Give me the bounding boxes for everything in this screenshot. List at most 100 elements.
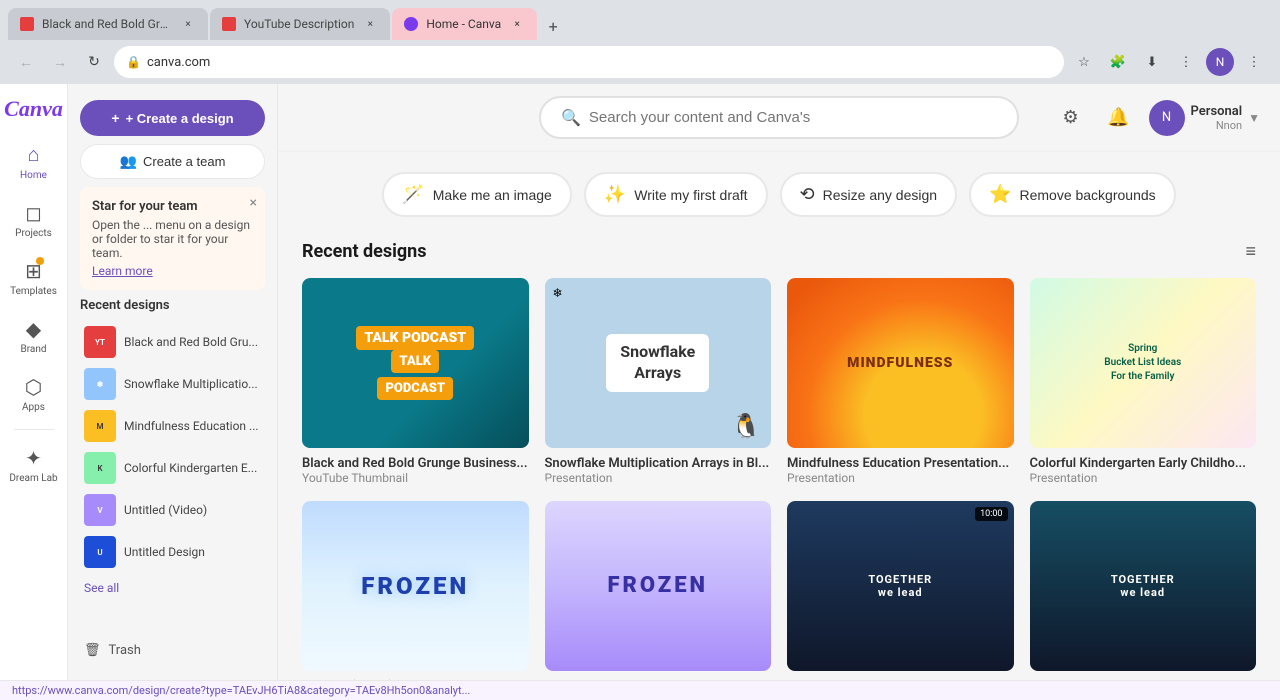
view-toggle-button[interactable]: ≡ [1245, 241, 1256, 262]
sidebar-item-templates[interactable]: ⊞ Templates [4, 251, 64, 305]
frozen-text-1: FROZEN [361, 572, 469, 600]
browser-profile-button[interactable]: N [1206, 48, 1234, 76]
timer-badge: 10:00 [975, 507, 1007, 521]
design-card-4-thumb: FROZEN [302, 501, 529, 671]
recent-item-0-thumb: YT [84, 326, 116, 358]
design-card-0[interactable]: TALK PODCAST Black and Red Bold Grunge B… [302, 278, 529, 485]
recent-item-4-thumb: V [84, 494, 116, 526]
home-icon: ⌂ [27, 142, 39, 167]
podcast-label2: PODCAST [377, 377, 453, 400]
sidebar: Canva ⌂ Home ◻ Projects ⊞ Templates ◆ Br… [0, 84, 68, 680]
forward-button[interactable]: → [46, 48, 74, 76]
star-banner-close[interactable]: × [250, 195, 257, 211]
sidebar-item-dreamlab[interactable]: ✦ Dream Lab [4, 438, 64, 492]
design-card-4[interactable]: FROZEN Untitled (Video) [302, 501, 529, 680]
kindergarten-text: SpringBucket List IdeasFor the Family [1104, 342, 1181, 384]
address-bar[interactable]: 🔒 canva.com [114, 46, 1064, 78]
design-card-6-thumb: TOGETHERwe lead 10:00 [787, 501, 1014, 671]
sidebar-item-home[interactable]: ⌂ Home [4, 134, 64, 189]
search-icon: 🔍 [561, 108, 581, 127]
recent-item-4[interactable]: V Untitled (Video) [80, 489, 265, 531]
create-team-button[interactable]: 👥 Create a team [80, 144, 265, 179]
tab-1-close[interactable]: × [180, 16, 196, 32]
sidebar-item-projects[interactable]: ◻ Projects [4, 193, 64, 247]
recent-item-2-name: Mindfulness Education ... [124, 419, 261, 433]
recent-item-5[interactable]: U Untitled Design [80, 531, 265, 573]
projects-icon: ◻ [25, 201, 42, 225]
user-info[interactable]: N Personal Nnon ▼ [1149, 100, 1260, 136]
team-icon: 👥 [120, 153, 137, 170]
top-header: 🔍 ⚙ 🔔 N Personal Nnon ▼ [278, 84, 1280, 152]
recent-item-1-thumb: ❄ [84, 368, 116, 400]
recent-item-2[interactable]: M Mindfulness Education ... [80, 405, 265, 447]
recent-item-3-name: Colorful Kindergarten E... [124, 461, 261, 475]
chevron-down-icon: ▼ [1248, 111, 1260, 125]
resize-design-button[interactable]: ⟲ Resize any design [780, 172, 958, 217]
design-card-2[interactable]: MINDFULNESS Mindfulness Education Presen… [787, 278, 1014, 485]
back-button[interactable]: ← [12, 48, 40, 76]
design-grid: TALK PODCAST Black and Red Bold Grunge B… [302, 278, 1256, 680]
design-card-0-name: Black and Red Bold Grunge Business... [302, 456, 529, 471]
settings-button[interactable]: ⋮ [1172, 48, 1200, 76]
design-card-7[interactable]: TOGETHERwe lead Disney Elsa & Anna Dark … [1030, 501, 1257, 680]
learn-more-link[interactable]: Learn more [92, 264, 153, 278]
reload-button[interactable]: ↻ [80, 48, 108, 76]
design-card-3[interactable]: SpringBucket List IdeasFor the Family Co… [1030, 278, 1257, 485]
sidebar-item-apps[interactable]: ⬡ Apps [4, 367, 64, 421]
remove-backgrounds-button[interactable]: ⭐ Remove backgrounds [969, 172, 1176, 217]
create-design-button[interactable]: + + Create a design [80, 100, 265, 136]
tab-2-close[interactable]: × [362, 16, 378, 32]
recent-item-1-name: Snowflake Multiplicatio... [124, 377, 261, 391]
tab-2-title: YouTube Description [244, 17, 354, 31]
star-icon: ⭐ [989, 184, 1011, 205]
tab-2-favicon [222, 17, 236, 31]
trash-item[interactable]: 🗑 Trash [80, 637, 265, 664]
more-button[interactable]: ⋮ [1240, 48, 1268, 76]
star-banner-body: Open the ... menu on a design or folder … [92, 218, 253, 260]
recent-designs-title: Recent designs [302, 241, 427, 262]
bookmark-button[interactable]: ☆ [1070, 48, 1098, 76]
recent-designs-panel-title: Recent designs [80, 298, 265, 313]
browser-extension-button[interactable]: 🧩 [1104, 48, 1132, 76]
recent-item-1[interactable]: ❄ Snowflake Multiplicatio... [80, 363, 265, 405]
snowflake-text: SnowflakeArrays [606, 334, 709, 392]
tab-1-title: Black and Red Bold Grunge Bu... [42, 17, 172, 31]
notifications-icon-button[interactable]: 🔔 [1101, 100, 1137, 136]
templates-badge [36, 257, 44, 265]
search-input[interactable] [589, 109, 997, 126]
design-card-2-type: Presentation [787, 471, 1014, 485]
tab-3-close[interactable]: × [509, 16, 525, 32]
mindfulness-text: MINDFULNESS [847, 355, 953, 371]
together-text-2: TOGETHERwe lead [1111, 573, 1175, 599]
tab-1[interactable]: Black and Red Bold Grunge Bu... × [8, 8, 208, 40]
sidebar-item-brand[interactable]: ◆ Brand [4, 309, 64, 363]
frozen-text-2: FROZEN [607, 573, 708, 598]
dreamlab-icon: ✦ [25, 446, 42, 470]
lock-icon: 🔒 [126, 55, 141, 69]
address-text: canva.com [147, 55, 1052, 70]
design-card-1[interactable]: SnowflakeArrays 🐧 ❄ Snowflake Multiplica… [545, 278, 772, 485]
together-text-1: TOGETHERwe lead [868, 573, 932, 599]
recent-item-0[interactable]: YT Black and Red Bold Gru... [80, 321, 265, 363]
recent-designs-panel: Recent designs YT Black and Red Bold Gru… [80, 298, 265, 599]
design-card-3-thumb: SpringBucket List IdeasFor the Family [1030, 278, 1257, 448]
tab-2[interactable]: YouTube Description × [210, 8, 390, 40]
star-banner: × Star for your team Open the ... menu o… [80, 187, 265, 290]
design-card-1-thumb: SnowflakeArrays 🐧 ❄ [545, 278, 772, 448]
recent-item-2-thumb: M [84, 410, 116, 442]
recent-item-3[interactable]: K Colorful Kindergarten E... [80, 447, 265, 489]
see-all-link[interactable]: See all [80, 577, 265, 599]
magic-wand-icon: 🪄 [402, 184, 424, 205]
settings-icon-button[interactable]: ⚙ [1053, 100, 1089, 136]
make-image-button[interactable]: 🪄 Make me an image [382, 172, 571, 217]
write-draft-button[interactable]: ✨ Write my first draft [584, 172, 768, 217]
tab-3[interactable]: Home - Canva × [392, 8, 537, 40]
download-button[interactable]: ⬇ [1138, 48, 1166, 76]
recent-designs-header: Recent designs ≡ [302, 241, 1256, 262]
design-card-1-name: Snowflake Multiplication Arrays in Bl... [545, 456, 772, 471]
design-card-6[interactable]: TOGETHERwe lead 10:00 Disney Elsa & Anna… [787, 501, 1014, 680]
status-bar-url: https://www.canva.com/design/create?type… [12, 684, 470, 697]
new-tab-button[interactable]: + [539, 12, 567, 40]
design-card-0-type: YouTube Thumbnail [302, 471, 529, 485]
design-card-5[interactable]: FROZEN Untitled Design 640 × 480 px [545, 501, 772, 680]
